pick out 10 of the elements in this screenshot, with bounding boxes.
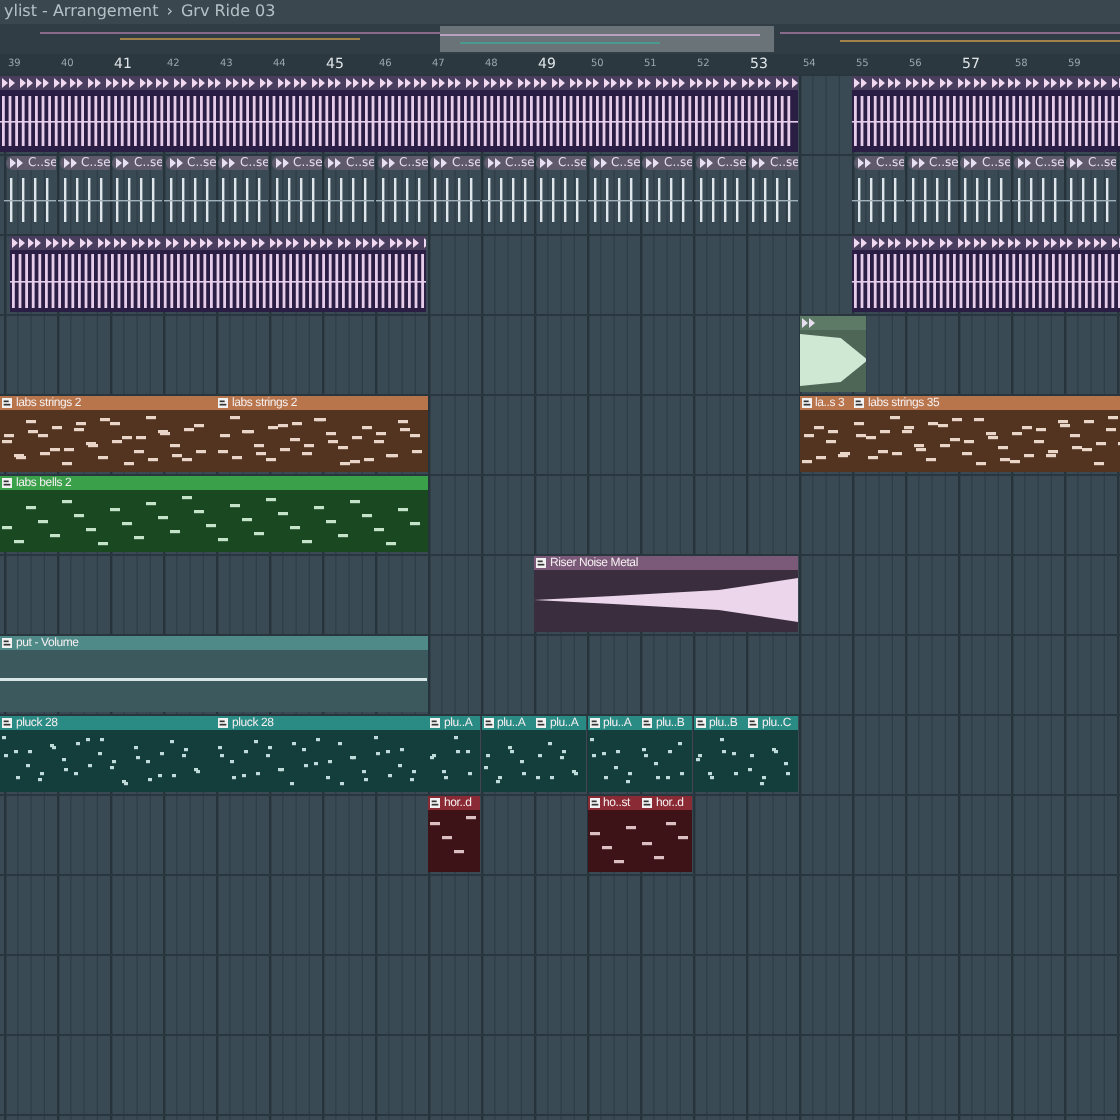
breadcrumb-separator: › <box>166 4 173 20</box>
pattern-name[interactable]: Grv Ride 03 <box>180 4 276 20</box>
playlist-clip[interactable] <box>852 236 1120 312</box>
playlist-clip[interactable] <box>852 76 1120 152</box>
playlist-clip[interactable] <box>9 236 427 312</box>
playlist-overview[interactable] <box>0 24 1120 54</box>
playlist-clip[interactable] <box>0 76 798 152</box>
playlist-clip[interactable] <box>799 316 867 392</box>
waveform-drawing <box>799 330 867 392</box>
window-title: ylist - Arrangement <box>4 4 159 20</box>
